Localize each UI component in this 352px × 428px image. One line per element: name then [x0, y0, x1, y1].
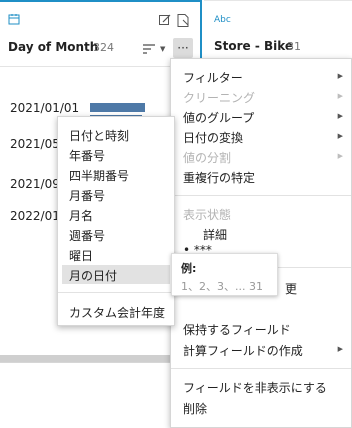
menu-item-date-convert[interactable]: 日付の変換 [183, 129, 243, 146]
list-item[interactable]: 2021/01/01 [10, 101, 79, 115]
field-name-title: Store - Bike [214, 39, 294, 53]
menu-item-delete[interactable]: 削除 [183, 400, 207, 417]
field-count: 324 [93, 41, 114, 54]
chevron-right-icon: ▶ [337, 72, 343, 80]
submenu-item[interactable]: 月番号 [69, 187, 105, 204]
menu-item-value-split: 値の分割 [183, 151, 232, 165]
date-convert-submenu: 日付と時刻 年番号 四半期番号 月番号 月名 週番号 曜日 月の日付 カスタム会… [57, 116, 175, 326]
sort-icon[interactable] [142, 43, 156, 55]
more-options-button[interactable]: ··· [173, 38, 193, 58]
menu-section-display-state: 表示状態 [183, 208, 232, 222]
list-item[interactable]: 2021/05 [10, 137, 60, 151]
menu-divider [171, 195, 351, 196]
list-item[interactable]: 2022/01 [10, 209, 60, 223]
edit-icon[interactable] [159, 14, 171, 26]
bar[interactable] [90, 103, 145, 112]
tooltip-title: 例: [181, 262, 197, 275]
chevron-right-icon: ▶ [337, 152, 343, 160]
menu-item-partial[interactable]: 更 [285, 280, 297, 297]
chevron-right-icon: ▶ [337, 92, 343, 100]
chevron-right-icon: ▶ [337, 112, 343, 120]
submenu-item[interactable]: 曜日 [69, 247, 93, 264]
string-type-icon: Abc [214, 15, 231, 25]
submenu-item-day-of-month[interactable]: 月の日付 [69, 267, 117, 284]
chevron-down-icon[interactable]: ▼ [160, 45, 165, 53]
field-name-title: Day of Month [8, 40, 99, 54]
context-menu: フィルター ▶ クリーニング ▶ 値のグループ ▶ 日付の変換 ▶ 値の分割 ▶… [170, 58, 352, 428]
submenu-item-custom-fiscal[interactable]: カスタム会計年度 [69, 304, 165, 321]
menu-item-keep-fields[interactable]: 保持するフィールド [183, 321, 291, 338]
submenu-item[interactable]: 月名 [69, 207, 93, 224]
list-item[interactable]: 2021/09 [10, 177, 60, 191]
menu-divider [171, 368, 351, 369]
calendar-icon [8, 14, 20, 25]
document-icon[interactable] [177, 14, 189, 27]
submenu-item[interactable]: 四半期番号 [69, 167, 129, 184]
menu-divider [58, 292, 174, 293]
submenu-item[interactable]: 年番号 [69, 147, 105, 164]
chevron-right-icon: ▶ [337, 345, 343, 353]
submenu-item[interactable]: 週番号 [69, 227, 105, 244]
field-count: 31 [287, 40, 301, 53]
horizontal-scrollbar[interactable] [0, 355, 170, 362]
menu-item-detail[interactable]: 詳細 [203, 226, 227, 243]
submenu-item[interactable]: 日付と時刻 [69, 127, 129, 144]
menu-item-hide-field[interactable]: フィールドを非表示にする [183, 379, 327, 396]
menu-item-identify-duplicates[interactable]: 重複行の特定 [183, 169, 255, 186]
tooltip-text: 1、2、3、... 31 [181, 280, 263, 293]
menu-item-create-calc[interactable]: 計算フィールドの作成 [183, 342, 303, 359]
menu-item-filter[interactable]: フィルター [183, 69, 243, 86]
chevron-right-icon: ▶ [337, 132, 343, 140]
menu-item-cleaning: クリーニング [183, 91, 256, 105]
example-tooltip: 例: 1、2、3、... 31 [171, 253, 278, 296]
menu-item-value-group[interactable]: 値のグループ [183, 109, 254, 126]
